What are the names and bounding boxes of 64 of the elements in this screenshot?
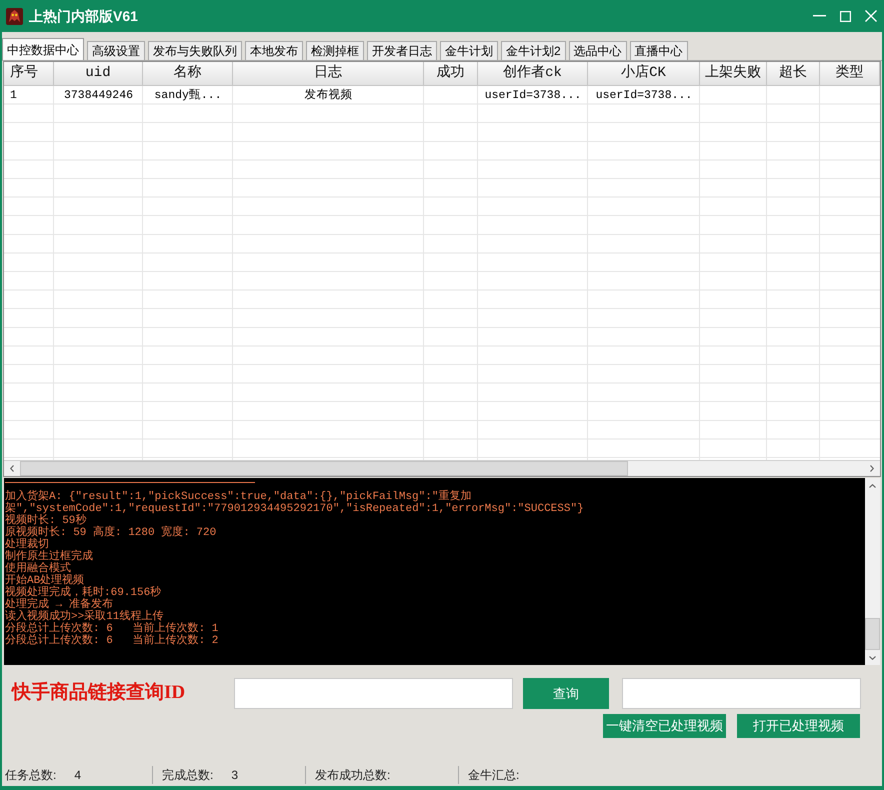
window-title: 上热门内部版V61 <box>29 6 138 26</box>
column-header: 序号 <box>4 62 54 86</box>
table-cell-text: 3738449246 <box>64 88 133 104</box>
log-line: 原视频时长: 59 高度: 1280 宽度: 720 <box>5 527 216 539</box>
column-header: 日志 <box>233 62 424 86</box>
maximize-icon <box>840 10 850 22</box>
chevron-down-icon <box>869 656 876 660</box>
tab[interactable]: 发布与失败队列 <box>148 41 242 60</box>
tab[interactable]: 本地发布 <box>245 41 303 60</box>
status-label: 完成总数: <box>162 767 214 784</box>
tab[interactable]: 检测掉框 <box>306 41 364 60</box>
log-line: 视频时长: 59秒 <box>5 515 86 527</box>
vertical-scrollbar[interactable] <box>865 478 880 665</box>
column-header: 小店CK <box>588 62 700 86</box>
tab[interactable]: 金牛计划 <box>440 41 498 60</box>
action-button[interactable]: 打开已处理视频 <box>737 714 860 738</box>
column-header: 超长 <box>767 62 820 86</box>
action-button[interactable]: 一键清空已处理视频 <box>603 714 726 738</box>
log-line: 分段总计上传次数: 6 当前上传次数: 2 <box>5 635 218 647</box>
log-line: 开始AB处理视频 <box>5 575 84 587</box>
chevron-up-icon <box>869 484 876 488</box>
scrollbar-thumb[interactable] <box>20 461 628 476</box>
log-line: 处理裁切 <box>5 539 49 551</box>
table-cell-text: sandy甄... <box>154 88 222 104</box>
table-cell-text: userId=3738... <box>596 88 692 104</box>
table-cell-text: 发布视频 <box>304 88 352 104</box>
tab[interactable]: 选品中心 <box>568 41 627 60</box>
status-label: 任务总数: <box>5 767 56 784</box>
column-header: 成功 <box>424 62 478 86</box>
log-line: 架","systemCode":1,"requestId":"779012934495292170","isRepeated":1,"errorMsg":"SUCCESS"} <box>5 503 584 515</box>
chevron-left-icon <box>10 465 14 472</box>
minimize-icon <box>812 15 826 17</box>
log-line: 读入视频成功>>采取11线程上传 <box>5 611 164 623</box>
table-cell-text: userId=3738... <box>484 88 582 104</box>
status-label: 发布成功总数: <box>315 767 390 784</box>
tab[interactable]: 中控数据中心 <box>2 38 84 60</box>
tab[interactable]: 直播中心 <box>630 41 688 60</box>
log-line: 视频处理完成，耗时:69.156秒 <box>5 587 162 599</box>
scrollbar-thumb[interactable] <box>865 618 880 650</box>
chevron-right-icon <box>870 465 874 472</box>
log-line: 处理完成 → 准备发布 <box>5 599 113 611</box>
column-header: 上架失败 <box>700 62 767 86</box>
tab[interactable]: 开发者日志 <box>367 41 437 60</box>
column-header: 名称 <box>143 62 233 86</box>
table-cell-text: 1 <box>10 88 17 104</box>
close-icon <box>865 10 877 22</box>
result-field[interactable] <box>622 678 861 709</box>
log-line: 分段总计上传次数: 6 当前上传次数: 1 <box>5 623 218 635</box>
tab[interactable]: 高级设置 <box>87 41 145 60</box>
column-header: 创作者ck <box>478 62 588 86</box>
column-header: 类型 <box>820 62 880 86</box>
log-line: 加入货架A: {"result":1,"pickSuccess":true,"data":{},"pickFailMsg":"重复加 <box>5 491 472 503</box>
column-header: uid <box>54 62 143 86</box>
query-label: 快手商品链接查询ID <box>12 680 186 706</box>
status-value: 4 <box>74 767 82 784</box>
app-icon <box>6 8 23 24</box>
query-button[interactable]: 查询 <box>523 678 609 709</box>
tab[interactable]: 金牛计划2 <box>501 41 566 60</box>
status-label: 金牛汇总: <box>468 767 520 784</box>
link-input-field[interactable] <box>234 678 513 709</box>
log-line: 制作原生过框完成 <box>5 551 93 563</box>
horizontal-scrollbar[interactable] <box>4 460 880 476</box>
status-value: 3 <box>231 767 238 784</box>
log-line: 使用融合模式 <box>5 563 71 575</box>
